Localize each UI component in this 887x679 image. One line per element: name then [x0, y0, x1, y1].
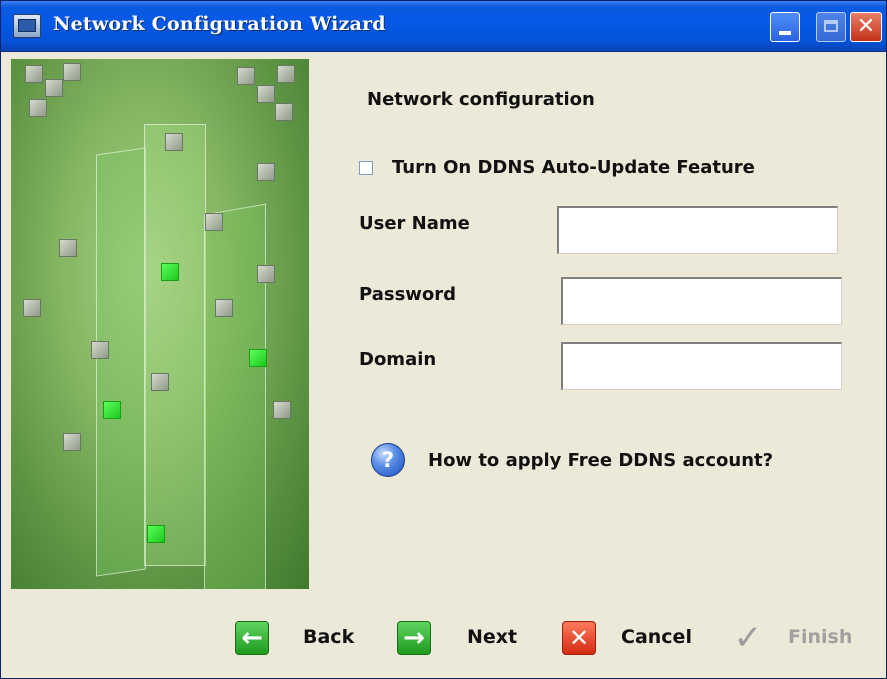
arrow-right-icon: →	[397, 621, 431, 655]
wizard-side-graphic	[11, 59, 309, 589]
decor-square	[59, 239, 77, 257]
domain-field[interactable]	[561, 342, 842, 390]
question-icon[interactable]: ?	[371, 443, 405, 477]
wizard-window: Network Configuration Wizard ✕ Network c…	[0, 0, 887, 679]
minimize-icon	[779, 31, 791, 35]
decor-square	[257, 85, 275, 103]
decor-square	[257, 163, 275, 181]
decor-square	[165, 133, 183, 151]
arrow-left-icon: ←	[235, 621, 269, 655]
finish-label: Finish	[788, 626, 853, 648]
pillar-graphic	[144, 124, 206, 566]
decor-square	[29, 99, 47, 117]
decor-square	[151, 373, 169, 391]
user-name-label: User Name	[359, 213, 470, 234]
monitor-icon	[13, 14, 41, 38]
decor-square-green	[147, 525, 165, 543]
close-button[interactable]: ✕	[850, 12, 882, 42]
password-field[interactable]	[561, 277, 842, 325]
checkmark-icon: ✓	[733, 618, 763, 658]
decor-square	[23, 299, 41, 317]
decor-square	[45, 79, 63, 97]
decor-square	[273, 401, 291, 419]
decor-square-green	[103, 401, 121, 419]
window-title: Network Configuration Wizard	[53, 13, 386, 35]
ddns-auto-update-checkbox[interactable]	[359, 161, 373, 175]
decor-square	[63, 433, 81, 451]
decor-square	[91, 341, 109, 359]
minimize-button[interactable]	[770, 12, 800, 42]
maximize-icon	[824, 20, 838, 32]
decor-square	[257, 265, 275, 283]
maximize-button[interactable]	[816, 12, 846, 42]
decor-square	[205, 213, 223, 231]
next-label: Next	[467, 626, 518, 648]
pillar-graphic	[204, 203, 266, 589]
decor-square	[277, 65, 295, 83]
password-label: Password	[359, 284, 457, 305]
ddns-auto-update-label[interactable]: Turn On DDNS Auto-Update Feature	[392, 157, 755, 178]
cancel-label: Cancel	[621, 626, 692, 648]
decor-square-green	[249, 349, 267, 367]
decor-square	[237, 67, 255, 85]
back-label: Back	[303, 626, 355, 648]
section-title: Network configuration	[367, 89, 595, 110]
free-ddns-help-text[interactable]: How to apply Free DDNS account?	[428, 450, 773, 471]
decor-square	[63, 63, 81, 81]
decor-square-green	[161, 263, 179, 281]
user-name-field[interactable]	[557, 206, 838, 254]
title-bar[interactable]: Network Configuration Wizard ✕	[1, 1, 886, 52]
decor-square	[275, 103, 293, 121]
decor-square	[215, 299, 233, 317]
x-icon: ✕	[562, 621, 596, 655]
close-icon: ✕	[856, 14, 876, 39]
decor-square	[25, 65, 43, 83]
domain-label: Domain	[359, 349, 437, 370]
pillar-graphic	[96, 147, 146, 577]
